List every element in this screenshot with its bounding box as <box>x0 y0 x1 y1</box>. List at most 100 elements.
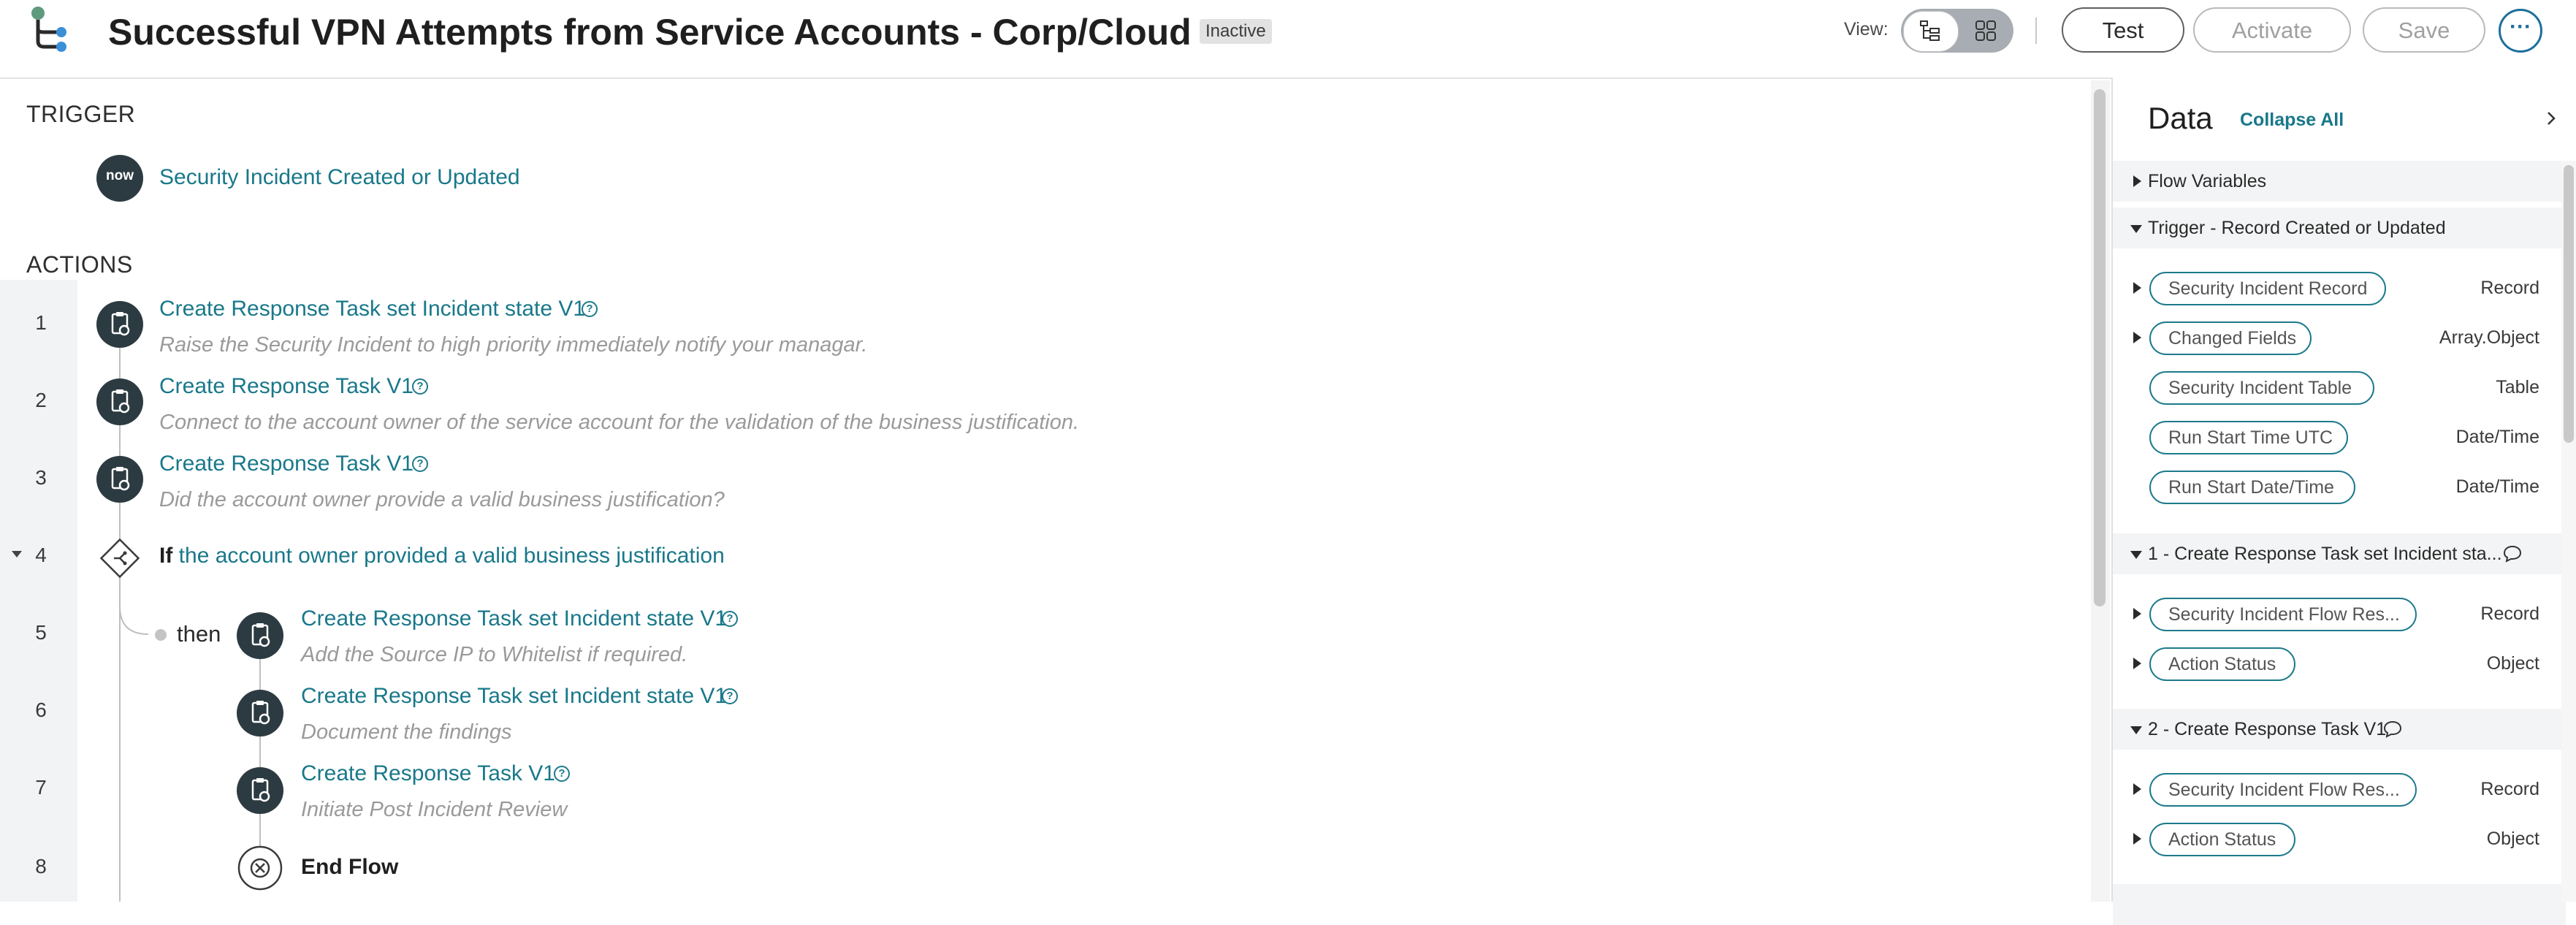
status-badge: Inactive <box>1200 19 1272 44</box>
data-pill[interactable]: Security Incident Flow Res... <box>2149 598 2417 631</box>
test-button[interactable]: Test <box>2062 7 2184 53</box>
data-pill[interactable]: Security Incident Table <box>2149 371 2374 405</box>
help-icon[interactable]: ? <box>554 766 570 782</box>
data-type: Object <box>2486 829 2539 849</box>
step-number: 3 <box>35 466 47 489</box>
save-button[interactable]: Save <box>2363 7 2485 53</box>
response-task-icon <box>237 767 283 814</box>
step-1-section-label: 1 - Create Response Task set Incident st… <box>2148 544 2502 564</box>
clipboard-gear-icon <box>251 701 270 725</box>
clipboard-gear-icon <box>111 312 130 336</box>
trigger-heading: TRIGGER <box>26 101 136 127</box>
data-pill[interactable]: Security Incident Record <box>2149 272 2386 305</box>
caret-right-icon[interactable] <box>2133 608 2141 620</box>
step-1-link[interactable]: Create Response Task set Incident state … <box>159 297 585 321</box>
help-icon[interactable]: ? <box>412 378 428 395</box>
end-flow-label: End Flow <box>301 855 399 879</box>
help-icon[interactable]: ? <box>412 456 428 472</box>
step-1-description: Raise the Security Incident to high prio… <box>159 333 868 357</box>
response-task-icon <box>96 301 143 348</box>
end-flow-icon <box>237 845 283 891</box>
step-6-link[interactable]: Create Response Task set Incident state … <box>301 684 727 709</box>
now-logo-text: now <box>106 168 134 183</box>
caret-down-icon <box>2130 726 2142 734</box>
flow-header: Successful VPN Attempts from Service Acc… <box>0 0 2576 79</box>
clipboard-gear-icon <box>111 389 130 414</box>
collapse-caret-icon[interactable] <box>12 551 22 557</box>
step-6-description: Document the findings <box>301 720 512 744</box>
clipboard-gear-icon <box>251 623 270 647</box>
data-pill[interactable]: Run Start Time UTC <box>2149 421 2348 454</box>
trigger-data-section[interactable]: Trigger - Record Created or Updated <box>2113 208 2566 248</box>
data-pill[interactable]: Run Start Date/Time <box>2149 471 2355 504</box>
clipboard-gear-icon <box>251 778 270 802</box>
step-number-gutter <box>0 280 77 902</box>
data-type: Array.Object <box>2439 327 2539 348</box>
step-1-data-section[interactable]: 1 - Create Response Task set Incident st… <box>2113 533 2566 574</box>
step-number: 4 <box>35 544 47 566</box>
step-number: 8 <box>35 855 47 878</box>
step-2-description: Connect to the account owner of the serv… <box>159 411 1080 434</box>
step-3-data-section[interactable] <box>2113 884 2566 925</box>
step-5-link[interactable]: Create Response Task set Incident state … <box>301 606 727 631</box>
diagram-view-icon[interactable] <box>1974 19 1997 42</box>
caret-right-icon[interactable] <box>2133 658 2141 669</box>
data-type: Date/Time <box>2455 476 2539 497</box>
caret-right-icon[interactable] <box>2133 783 2141 795</box>
step-number: 6 <box>35 698 47 721</box>
step-5-description: Add the Source IP to Whitelist if requir… <box>301 643 688 666</box>
help-icon[interactable]: ? <box>722 611 738 627</box>
step-number: 2 <box>35 389 47 411</box>
data-pill[interactable]: Action Status <box>2149 647 2295 681</box>
caret-right-icon[interactable] <box>2133 332 2141 343</box>
page-title: Successful VPN Attempts from Service Acc… <box>108 12 1192 53</box>
help-icon[interactable]: ? <box>582 301 598 317</box>
data-panel: Data Collapse All Flow Variables Trigger… <box>2111 77 2576 925</box>
flow-variables-label: Flow Variables <box>2148 171 2267 191</box>
header-divider <box>2035 18 2037 44</box>
comment-icon[interactable] <box>2383 720 2402 738</box>
then-label: then <box>177 621 221 647</box>
caret-right-icon[interactable] <box>2133 282 2141 294</box>
step-2-section-label: 2 - Create Response Task V1 <box>2148 719 2387 739</box>
trigger-link[interactable]: Security Incident Created or Updated <box>159 165 520 190</box>
comment-icon[interactable] <box>2503 545 2522 563</box>
step-2-data-section[interactable]: 2 - Create Response Task V1 <box>2113 709 2566 750</box>
step-7-link[interactable]: Create Response Task V1 <box>301 761 555 786</box>
data-pill[interactable]: Security Incident Flow Res... <box>2149 773 2417 807</box>
step-3-link[interactable]: Create Response Task V1 <box>159 452 414 476</box>
view-toggle[interactable] <box>1901 9 2013 53</box>
step-2-link[interactable]: Create Response Task V1 <box>159 374 414 399</box>
flow-variables-section[interactable]: Flow Variables <box>2113 161 2566 202</box>
then-branch-connector <box>119 577 149 635</box>
branch-dot <box>155 629 167 641</box>
if-condition-link[interactable]: the account owner provided a valid busin… <box>179 544 725 568</box>
chevron-right-icon[interactable] <box>2542 110 2560 127</box>
clipboard-gear-icon <box>111 467 130 491</box>
step-3-description: Did the account owner provide a valid bu… <box>159 488 725 511</box>
list-view-icon[interactable] <box>1918 19 1942 42</box>
help-icon[interactable]: ? <box>722 688 738 704</box>
step-number: 7 <box>35 776 47 799</box>
canvas-scrollbar-thumb[interactable] <box>2094 89 2106 606</box>
data-type: Record <box>2480 779 2539 799</box>
if-step-row[interactable]: If the account owner provided a valid bu… <box>159 544 725 568</box>
caret-right-icon[interactable] <box>2133 833 2141 845</box>
now-trigger-icon: now <box>96 155 143 202</box>
panel-scrollbar-thumb[interactable] <box>2564 165 2574 443</box>
flow-designer-logo-icon <box>31 7 66 52</box>
data-type: Record <box>2480 604 2539 624</box>
collapse-all-link[interactable]: Collapse All <box>2240 110 2344 131</box>
data-type: Date/Time <box>2455 427 2539 447</box>
step-7-description: Initiate Post Incident Review <box>301 798 568 821</box>
activate-button[interactable]: Activate <box>2193 7 2351 53</box>
data-pill[interactable]: Action Status <box>2149 823 2295 856</box>
caret-down-icon <box>2130 225 2142 233</box>
data-panel-title: Data <box>2148 101 2213 135</box>
more-options-button[interactable]: ··· <box>2499 9 2542 53</box>
then-connector-line <box>259 658 261 855</box>
data-pill[interactable]: Changed Fields <box>2149 321 2312 355</box>
trigger-section-label: Trigger - Record Created or Updated <box>2148 218 2446 238</box>
step-number: 5 <box>35 621 47 644</box>
response-task-icon <box>237 612 283 659</box>
